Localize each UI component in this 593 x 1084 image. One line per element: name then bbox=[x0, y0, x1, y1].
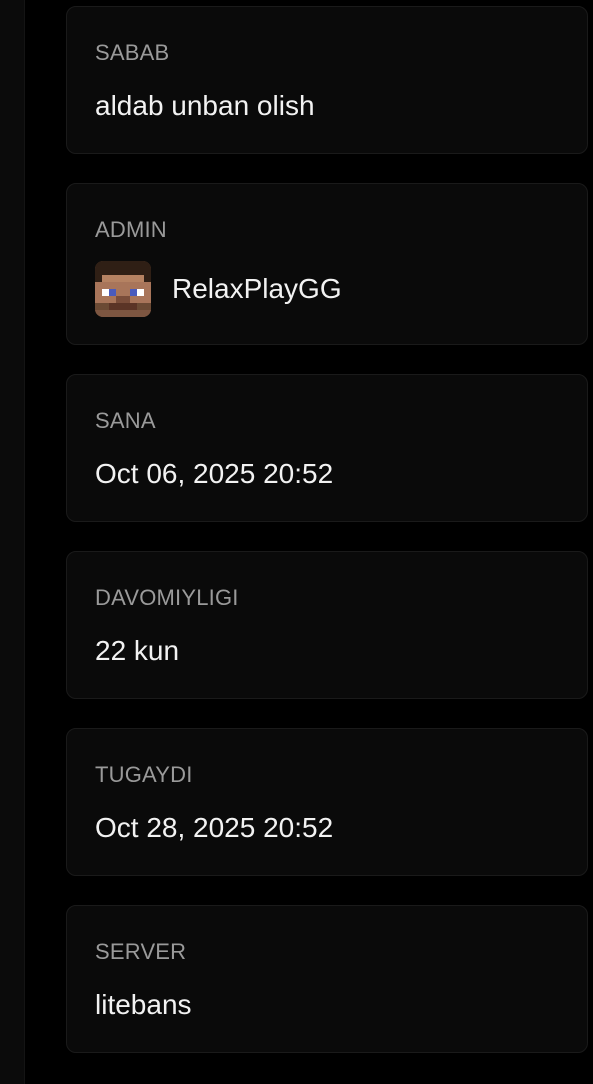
duration-card: DAVOMIYLIGI 22 kun bbox=[66, 551, 588, 699]
admin-name: RelaxPlayGG bbox=[172, 273, 342, 304]
admin-card: ADMIN RelaxPlayGG bbox=[66, 183, 588, 345]
date-label: SANA bbox=[95, 408, 156, 433]
ban-details-list: SABAB aldab unban olish ADMIN RelaxPlayG… bbox=[66, 6, 588, 1082]
reason-value: aldab unban olish bbox=[95, 90, 315, 121]
admin-label: ADMIN bbox=[95, 217, 167, 242]
server-value: litebans bbox=[95, 989, 192, 1020]
expires-card: TUGAYDI Oct 28, 2025 20:52 bbox=[66, 728, 588, 876]
server-label: SERVER bbox=[95, 939, 187, 964]
server-card: SERVER litebans bbox=[66, 905, 588, 1053]
minecraft-steve-head-icon bbox=[95, 261, 151, 317]
reason-label: SABAB bbox=[95, 40, 170, 65]
date-card: SANA Oct 06, 2025 20:52 bbox=[66, 374, 588, 522]
duration-value: 22 kun bbox=[95, 635, 180, 666]
left-gutter bbox=[0, 0, 25, 1084]
expires-label: TUGAYDI bbox=[95, 762, 193, 787]
reason-card: SABAB aldab unban olish bbox=[66, 6, 588, 154]
date-value: Oct 06, 2025 20:52 bbox=[95, 458, 334, 489]
expires-value: Oct 28, 2025 20:52 bbox=[95, 812, 334, 843]
duration-label: DAVOMIYLIGI bbox=[95, 585, 239, 610]
admin-profile[interactable]: RelaxPlayGG bbox=[95, 261, 342, 317]
